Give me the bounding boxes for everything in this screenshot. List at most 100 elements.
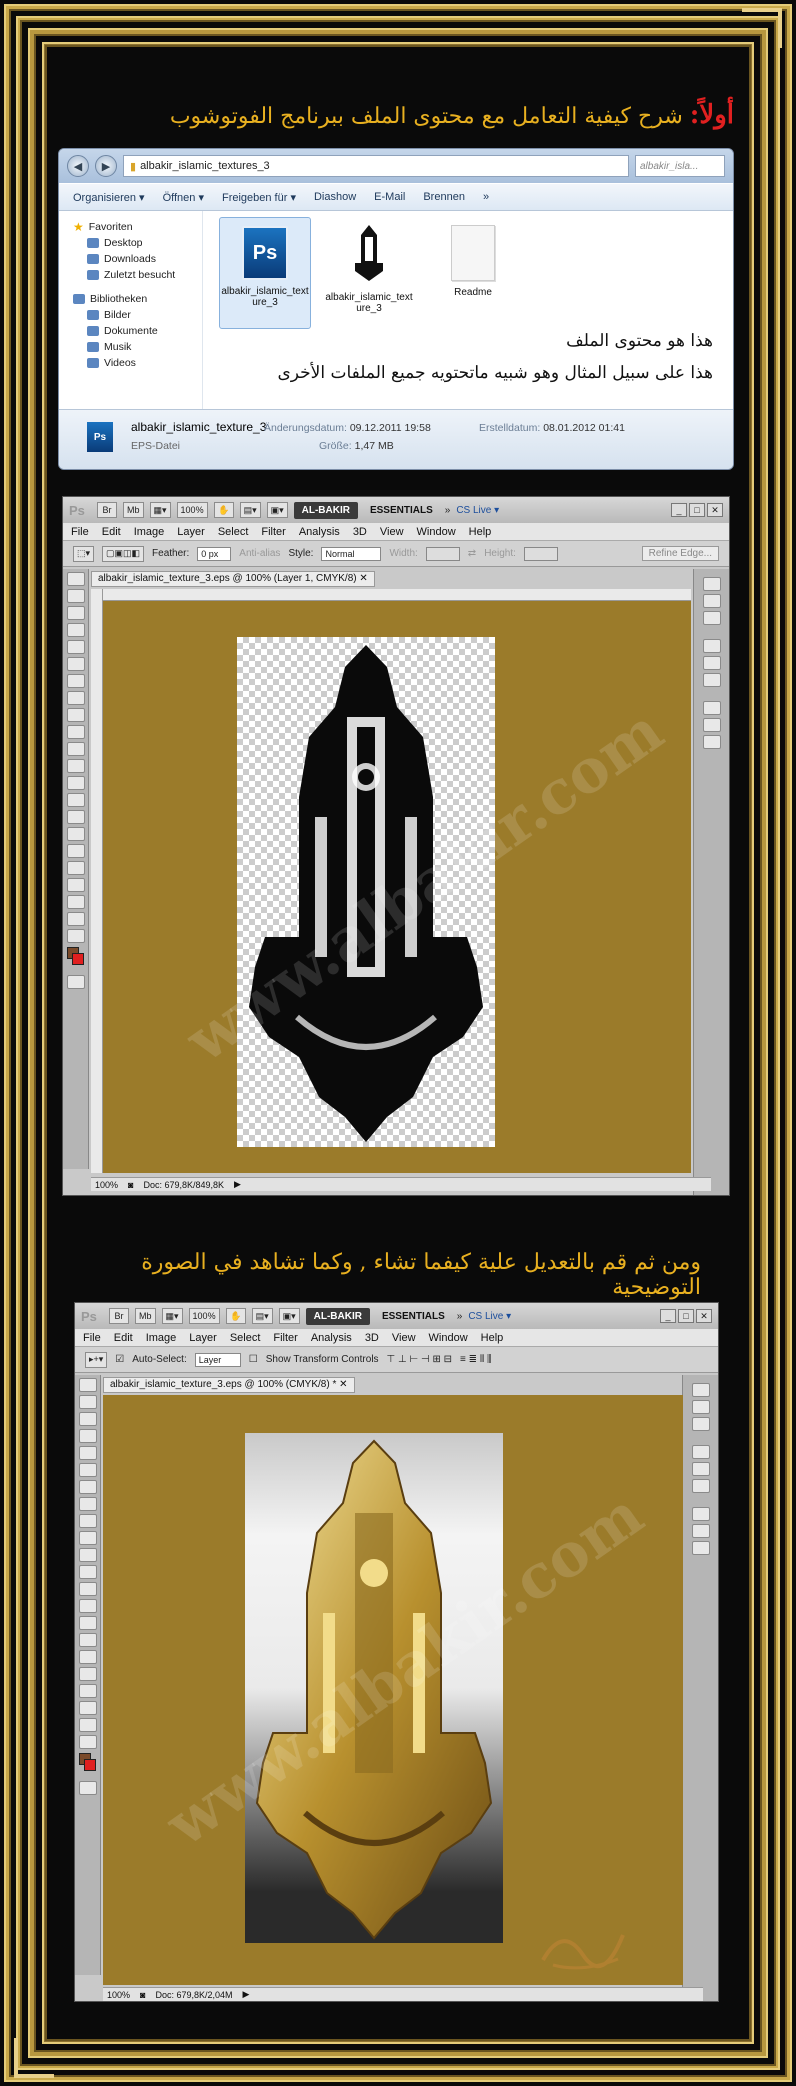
menu-layer[interactable]: Layer xyxy=(177,526,205,538)
hand-tool-icon[interactable] xyxy=(78,1718,97,1732)
zoom-tool-icon[interactable] xyxy=(66,929,85,943)
clone-stamp-tool-icon[interactable] xyxy=(66,708,85,722)
type-tool-icon[interactable] xyxy=(66,827,85,841)
swap-icon[interactable]: ⇄ xyxy=(468,548,476,559)
sidebar-item-pictures[interactable]: Bilder xyxy=(59,307,202,323)
sidebar-item-libraries[interactable]: Bibliotheken xyxy=(59,291,202,307)
menu-window[interactable]: Window xyxy=(417,526,456,538)
more-chevron-icon[interactable]: » xyxy=(457,1311,463,1322)
3d-orbit-tool-icon[interactable] xyxy=(66,895,85,909)
menu-analysis[interactable]: Analysis xyxy=(299,526,340,538)
auto-select-checkbox[interactable]: ☑ xyxy=(115,1354,124,1365)
file-item-image[interactable]: albakir_islamic_texture_3 xyxy=(323,217,415,329)
sidebar-item-favorites[interactable]: ★ Favoriten xyxy=(59,219,202,235)
mini-bridge-panel-icon[interactable] xyxy=(702,577,721,591)
refine-edge-button[interactable]: Refine Edge... xyxy=(641,546,719,561)
screen-mode-button[interactable]: ▣▾ xyxy=(266,502,288,518)
search-input[interactable]: albakir_isla... xyxy=(635,155,725,177)
more-chevron-icon[interactable]: » xyxy=(483,191,489,203)
layers-panel-icon[interactable] xyxy=(691,1507,710,1521)
menu-filter[interactable]: Filter xyxy=(273,1332,297,1344)
workspace-essentials[interactable]: ESSENTIALS xyxy=(376,1308,451,1325)
quick-select-tool-icon[interactable] xyxy=(78,1429,97,1443)
share-menu[interactable]: Freigeben für ▾ xyxy=(222,191,296,204)
move-tool-icon[interactable] xyxy=(78,1378,97,1392)
zoom-select[interactable]: 100% xyxy=(176,502,208,518)
file-item-readme[interactable]: Readme xyxy=(427,217,519,329)
gradient-tool-icon[interactable] xyxy=(66,759,85,773)
menu-select[interactable]: Select xyxy=(230,1332,261,1344)
layers-panel-icon[interactable] xyxy=(702,701,721,715)
lasso-tool-icon[interactable] xyxy=(78,1412,97,1426)
cs-live-button[interactable]: CS Live ▾ xyxy=(468,1311,511,1322)
channels-panel-icon[interactable] xyxy=(702,718,721,732)
character-panel-icon[interactable] xyxy=(702,639,721,653)
lasso-tool-icon[interactable] xyxy=(66,606,85,620)
sidebar-item-desktop[interactable]: Desktop xyxy=(59,235,202,251)
paths-panel-icon[interactable] xyxy=(702,735,721,749)
more-chevron-icon[interactable]: » xyxy=(445,505,451,516)
3d-orbit-tool-icon[interactable] xyxy=(78,1701,97,1715)
type-tool-icon[interactable] xyxy=(78,1633,97,1647)
hand-tool-button[interactable]: ✋ xyxy=(213,502,234,518)
pen-tool-icon[interactable] xyxy=(66,810,85,824)
feather-input[interactable]: 0 px xyxy=(197,546,232,561)
actions-panel-icon[interactable] xyxy=(691,1417,710,1431)
document-tab[interactable]: albakir_islamic_texture_3.eps @ 100% (CM… xyxy=(103,1377,355,1393)
minibridge-button[interactable]: Mb xyxy=(123,502,144,518)
3d-rotate-tool-icon[interactable] xyxy=(66,878,85,892)
history-panel-icon[interactable] xyxy=(691,1400,710,1414)
menu-3d[interactable]: 3D xyxy=(353,526,367,538)
hand-tool-button[interactable]: ✋ xyxy=(225,1308,246,1324)
close-button[interactable]: ✕ xyxy=(707,503,723,517)
crop-tool-icon[interactable] xyxy=(66,640,85,654)
view-extras-button[interactable]: ▦▾ xyxy=(149,502,171,518)
history-brush-tool-icon[interactable] xyxy=(78,1531,97,1545)
history-brush-tool-icon[interactable] xyxy=(66,725,85,739)
channels-panel-icon[interactable] xyxy=(691,1524,710,1538)
workspace-albakir[interactable]: AL-BAKIR xyxy=(305,1307,370,1325)
distribute-buttons-icon[interactable]: ≡ ≣ ⦀ ⫼ xyxy=(460,1354,492,1365)
gradient-tool-icon[interactable] xyxy=(78,1565,97,1579)
file-item-ps[interactable]: Ps albakir_islamic_texture_3 xyxy=(219,217,311,329)
menu-filter[interactable]: Filter xyxy=(261,526,285,538)
sidebar-item-documents[interactable]: Dokumente xyxy=(59,323,202,339)
brush-panel-icon[interactable] xyxy=(691,1479,710,1493)
menu-view[interactable]: View xyxy=(380,526,404,538)
menu-edit[interactable]: Edit xyxy=(102,526,121,538)
clone-stamp-tool-icon[interactable] xyxy=(78,1514,97,1528)
3d-rotate-tool-icon[interactable] xyxy=(78,1684,97,1698)
eraser-tool-icon[interactable] xyxy=(66,742,85,756)
marquee-tool-icon[interactable] xyxy=(78,1395,97,1409)
status-arrow-icon[interactable]: ▶ xyxy=(243,1989,250,2000)
email-button[interactable]: E-Mail xyxy=(374,191,405,203)
maximize-button[interactable]: □ xyxy=(678,1309,694,1323)
close-tab-icon[interactable]: ✕ xyxy=(359,573,367,584)
brush-tool-icon[interactable] xyxy=(78,1497,97,1511)
pen-tool-icon[interactable] xyxy=(78,1616,97,1630)
minibridge-button[interactable]: Mb xyxy=(135,1308,156,1324)
menu-file[interactable]: File xyxy=(83,1332,101,1344)
width-input[interactable] xyxy=(425,546,460,561)
close-button[interactable]: ✕ xyxy=(696,1309,712,1323)
character-panel-icon[interactable] xyxy=(691,1445,710,1459)
arrange-button[interactable]: ▤▾ xyxy=(251,1308,273,1324)
move-tool-icon[interactable] xyxy=(66,572,85,586)
actions-panel-icon[interactable] xyxy=(702,611,721,625)
menu-select[interactable]: Select xyxy=(218,526,249,538)
marquee-tool-icon[interactable] xyxy=(66,589,85,603)
forward-button[interactable]: ▶ xyxy=(95,155,117,177)
close-tab-icon[interactable]: ✕ xyxy=(339,1379,347,1390)
dodge-tool-icon[interactable] xyxy=(78,1599,97,1613)
menu-image[interactable]: Image xyxy=(134,526,165,538)
address-field[interactable]: ▮ albakir_islamic_textures_3 xyxy=(123,155,629,177)
crop-tool-icon[interactable] xyxy=(78,1446,97,1460)
healing-tool-icon[interactable] xyxy=(66,674,85,688)
transform-checkbox[interactable]: ☐ xyxy=(249,1354,258,1365)
eraser-tool-icon[interactable] xyxy=(78,1548,97,1562)
paragraph-panel-icon[interactable] xyxy=(691,1462,710,1476)
menu-edit[interactable]: Edit xyxy=(114,1332,133,1344)
align-buttons-icon[interactable]: ⊤ ⊥ ⊢ ⊣ ⊞ ⊟ xyxy=(387,1354,453,1365)
menu-view[interactable]: View xyxy=(392,1332,416,1344)
view-extras-button[interactable]: ▦▾ xyxy=(161,1308,183,1324)
